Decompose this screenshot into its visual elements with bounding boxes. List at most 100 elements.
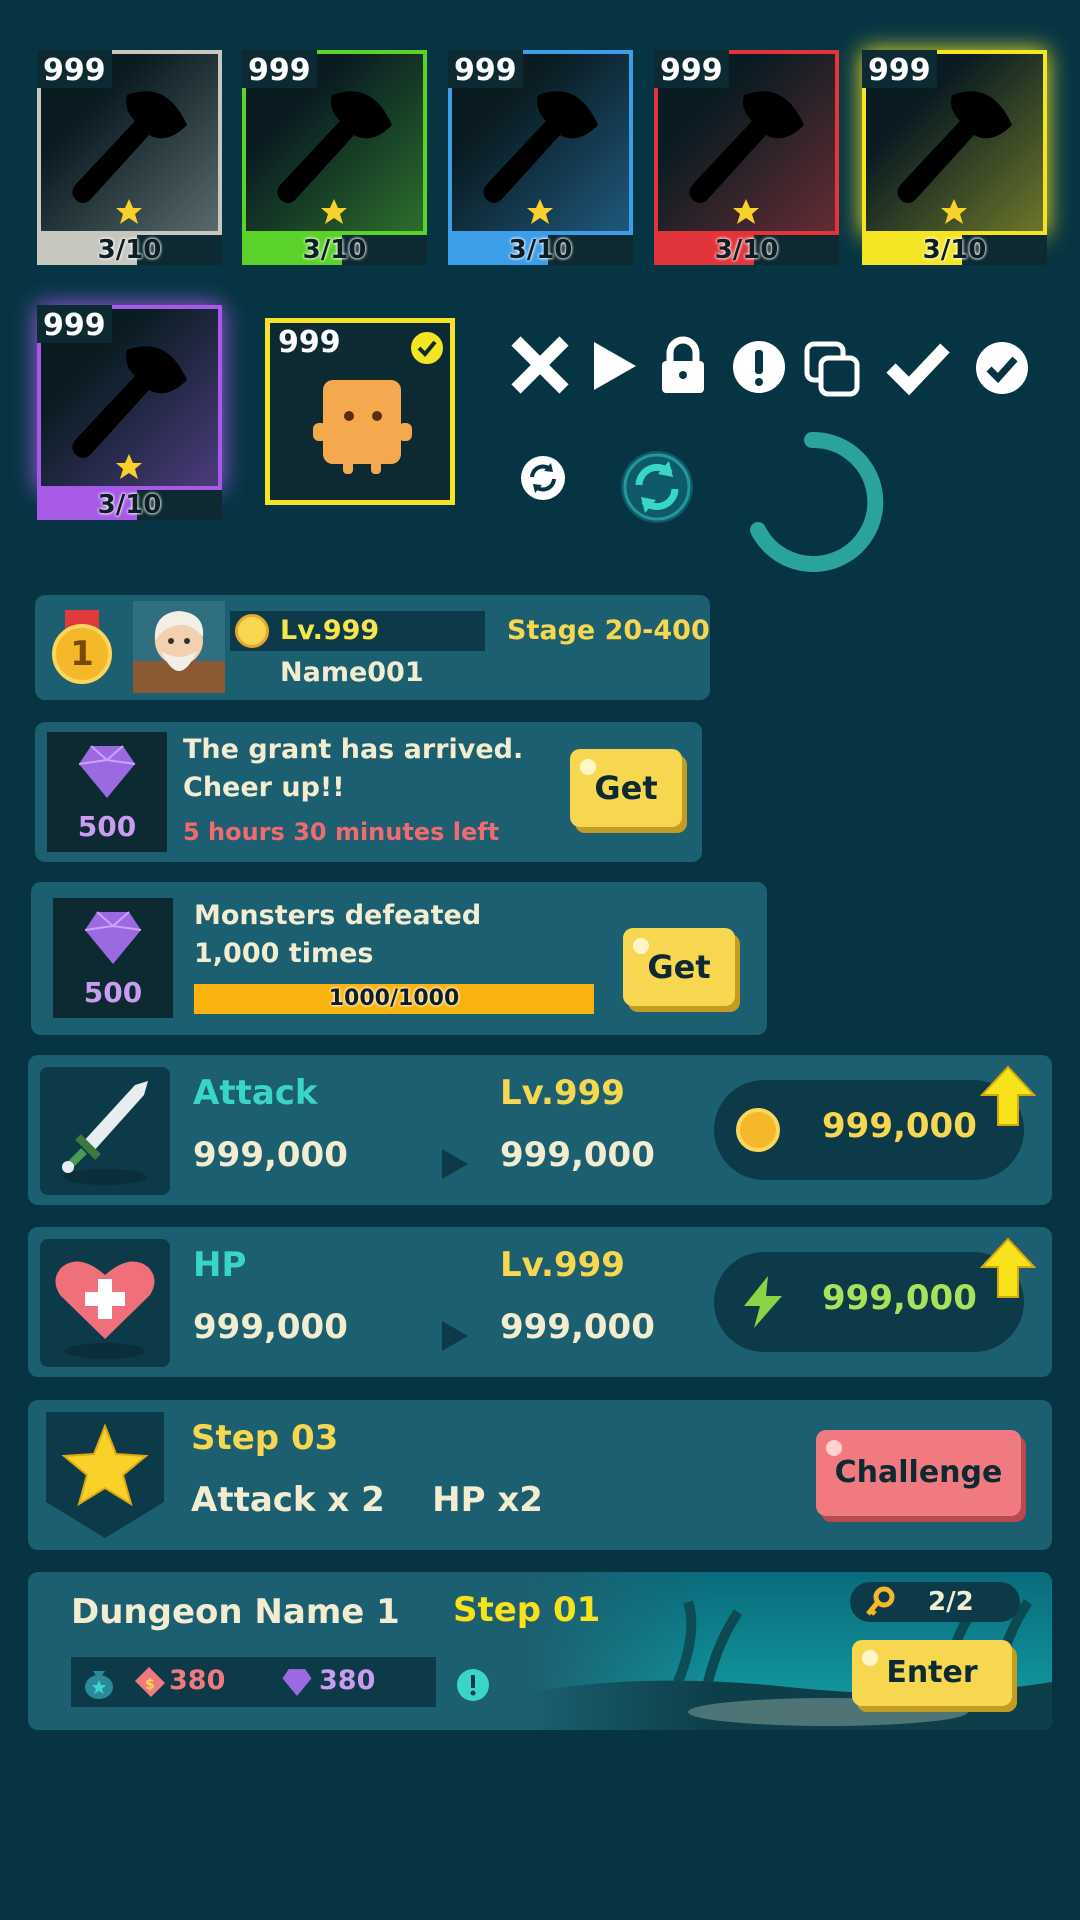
- mission-line1: Monsters defeated: [194, 900, 482, 931]
- star-icon: [116, 199, 142, 224]
- axe-icon: [483, 91, 598, 203]
- gem-icon: [84, 911, 142, 964]
- item-level-bar: 3/10: [448, 235, 633, 265]
- dungeon-step: Step 01: [453, 1590, 601, 1630]
- heart-icon: [55, 1261, 155, 1359]
- item-level: 3/10: [97, 490, 162, 520]
- dungeon-name: Dungeon Name 1: [71, 1592, 400, 1632]
- item-card[interactable]: 999 3/10: [448, 50, 633, 275]
- reward1-amount: 380: [169, 1665, 226, 1696]
- star-icon: [527, 199, 553, 224]
- item-level-bar: 3/10: [862, 235, 1047, 265]
- attack-current: 999,000: [193, 1135, 348, 1175]
- dungeon-panel: Dungeon Name 1 Step 01 $ 380 380 2/2 Ent…: [28, 1572, 1052, 1730]
- avatar[interactable]: [133, 601, 225, 693]
- mission-get-button[interactable]: Get: [623, 928, 735, 1006]
- coin-icon: [235, 614, 269, 648]
- alert-icon: [733, 341, 785, 393]
- item-card[interactable]: 999 3/10: [862, 50, 1047, 275]
- info-icon[interactable]: [456, 1668, 490, 1702]
- axe-icon: [277, 91, 392, 203]
- gem-amount: 500: [83, 976, 143, 1009]
- axe-icon: [72, 346, 187, 458]
- attack-upgrade-panel: Attack 999,000 Lv.999 999,000 999,000: [28, 1055, 1052, 1205]
- dungeon-rewards: $ 380 380: [71, 1657, 436, 1707]
- item-level: 3/10: [302, 235, 367, 265]
- ticket-icon: $: [135, 1667, 165, 1697]
- mission-line2: 1,000 times: [194, 938, 374, 969]
- gem-icon: [282, 1669, 312, 1696]
- enter-label: Enter: [886, 1655, 978, 1690]
- hp-upgrade-button[interactable]: 999,000: [714, 1252, 1024, 1352]
- step-panel: Step 03 Attack x 2 HP x2 Challenge: [28, 1400, 1052, 1550]
- item-card[interactable]: 999 3/10: [654, 50, 839, 275]
- gem-box: 500: [47, 732, 167, 852]
- star-icon: [321, 199, 347, 224]
- character-card[interactable]: 999: [265, 318, 455, 505]
- item-card[interactable]: 999 3/10: [37, 305, 222, 530]
- grant-get-button[interactable]: Get: [570, 749, 682, 827]
- grant-panel: 500 The grant has arrived. Cheer up!! 5 …: [35, 722, 702, 862]
- gem-box: 500: [53, 898, 173, 1018]
- refresh-active-icon[interactable]: [617, 447, 697, 527]
- star-icon: [733, 199, 759, 224]
- item-level-bar: 3/10: [37, 235, 222, 265]
- key-icon: [866, 1586, 895, 1616]
- lock-icon: [662, 336, 704, 393]
- check-badge-icon: [408, 329, 446, 367]
- gem-icon: [78, 745, 136, 798]
- challenge-label: Challenge: [834, 1455, 1003, 1490]
- grant-line2: Cheer up!!: [183, 772, 345, 803]
- arrow-right-icon: [442, 1149, 468, 1179]
- step-title: Step 03: [191, 1418, 339, 1458]
- axe-icon: [72, 91, 187, 203]
- character-icon: [313, 380, 412, 474]
- hp-cost: 999,000: [822, 1278, 977, 1318]
- key-count: 2/2: [928, 1587, 974, 1617]
- hp-current: 999,000: [193, 1307, 348, 1347]
- hp-next: 999,000: [500, 1307, 655, 1347]
- attack-upgrade-button[interactable]: 999,000: [714, 1080, 1024, 1180]
- item-count: 999: [242, 50, 317, 88]
- star-badge-icon: [46, 1412, 164, 1538]
- item-level: 3/10: [97, 235, 162, 265]
- loading-spinner-icon: [750, 431, 884, 572]
- item-count: 999: [37, 305, 112, 343]
- svg-text:$: $: [145, 1677, 155, 1693]
- key-counter: 2/2: [850, 1582, 1020, 1622]
- axe-icon: [689, 91, 804, 203]
- coin-icon: [736, 1108, 780, 1152]
- item-level: 3/10: [714, 235, 779, 265]
- star-icon: [116, 454, 142, 479]
- upgrade-arrow-icon: [980, 1065, 1036, 1126]
- check-icon[interactable]: [885, 340, 951, 396]
- player-panel: 1 Lv.999 Stage 20-400 Name001: [35, 595, 710, 700]
- item-count: 999: [448, 50, 523, 88]
- play-icon[interactable]: [590, 338, 640, 394]
- close-icon[interactable]: [510, 335, 570, 395]
- item-count: 999: [862, 50, 937, 88]
- rank-number: 1: [52, 624, 112, 684]
- attack-next: 999,000: [500, 1135, 655, 1175]
- challenge-button[interactable]: Challenge: [816, 1430, 1021, 1516]
- energy-icon: [744, 1276, 782, 1328]
- check-circle-icon[interactable]: [975, 341, 1029, 395]
- grant-time-left: 5 hours 30 minutes left: [183, 818, 500, 846]
- grant-line1: The grant has arrived.: [183, 734, 524, 765]
- player-level: Lv.999: [280, 615, 380, 646]
- copy-icon[interactable]: [803, 340, 861, 398]
- item-card[interactable]: 999 3/10: [37, 50, 222, 275]
- sword-icon: [62, 1081, 148, 1185]
- refresh-icon[interactable]: [520, 455, 566, 501]
- upgrade-arrow-icon: [980, 1237, 1036, 1298]
- item-level: 3/10: [508, 235, 573, 265]
- character-count: 999: [278, 325, 341, 360]
- item-card[interactable]: 999 3/10: [242, 50, 427, 275]
- item-level-bar: 3/10: [37, 490, 222, 520]
- enter-button[interactable]: Enter: [852, 1640, 1012, 1706]
- bag-icon: [85, 1671, 113, 1699]
- mission-panel: 500 Monsters defeated 1,000 times 1000/1…: [31, 882, 767, 1035]
- gem-amount: 500: [77, 810, 137, 843]
- item-count: 999: [37, 50, 112, 88]
- player-name: Name001: [280, 657, 424, 688]
